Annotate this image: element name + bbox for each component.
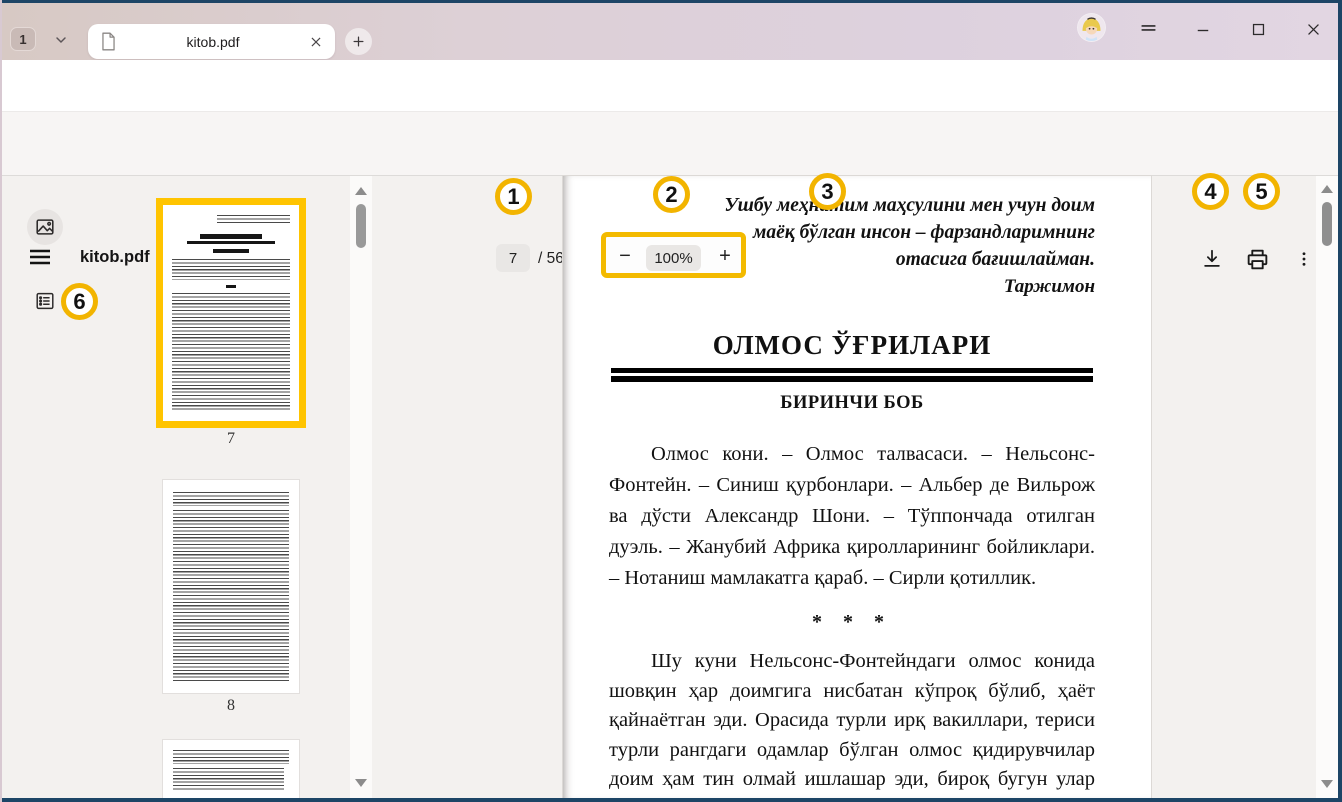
new-tab-button[interactable]: [345, 28, 372, 55]
main-scrollbar-thumb[interactable]: [1322, 202, 1332, 246]
maximize-icon: [1250, 21, 1267, 38]
window-frame-top: [0, 0, 1342, 3]
outline-view-button[interactable]: [27, 283, 63, 319]
zoom-out-button[interactable]: −: [612, 243, 638, 269]
thumbnail-page-9[interactable]: [163, 740, 299, 798]
pdf-file-icon: [100, 32, 117, 51]
pdf-download-icon: [1201, 247, 1223, 271]
chevron-down-icon: [53, 32, 69, 48]
outline-list-icon: [34, 290, 56, 312]
callout-6-outline: 6: [61, 283, 98, 320]
page-number-input[interactable]: 7: [496, 244, 530, 272]
title-rule: [611, 368, 1093, 382]
window-frame-bottom: [0, 798, 1342, 802]
callout-3-view-tools: 3: [809, 173, 846, 210]
callout-1-page-number: 1: [495, 178, 532, 215]
maximize-button[interactable]: [1246, 17, 1270, 41]
thumbnail-scrollbar-thumb[interactable]: [356, 204, 366, 248]
pdf-printer-icon: [1245, 247, 1270, 272]
hamburger-menu-icon: [1139, 20, 1158, 39]
thumbnail-scrollbar-up-arrow[interactable]: [355, 187, 367, 195]
pdf-kebab-icon: [1295, 248, 1313, 270]
tab-title: kitob.pdf: [117, 34, 309, 50]
body-paragraph-1: Шу куни Нельсонс-Фонтейндаги олмос конид…: [609, 647, 1095, 799]
zoom-in-button[interactable]: +: [712, 243, 738, 269]
callout-2-zoom-controls: 2: [653, 176, 690, 213]
plus-icon: [351, 34, 366, 49]
thumbnail-page-7-selected[interactable]: [156, 198, 306, 428]
close-icon: [1305, 21, 1322, 38]
pdf-sidebar-toggle-button[interactable]: [28, 247, 52, 267]
minimize-button[interactable]: [1191, 17, 1215, 41]
section-separator: * * *: [609, 611, 1095, 634]
browser-window: 1 kitob.pdf: [0, 0, 1342, 802]
main-scrollbar-track[interactable]: [1316, 176, 1338, 798]
thumbnail-page-8[interactable]: [163, 480, 299, 693]
window-frame-left: [0, 0, 2, 802]
close-window-button[interactable]: [1301, 17, 1325, 41]
callout-5-print: 5: [1243, 173, 1280, 210]
book-title: ОЛМОС ЎҒРИЛАРИ: [609, 330, 1095, 361]
titlebar: 1 kitob.pdf: [0, 3, 1342, 60]
pdf-print-button[interactable]: [1243, 245, 1271, 273]
pdf-toolbar: kitob.pdf 7 / 568 − 100% +: [0, 112, 1342, 176]
pdf-hamburger-icon: [28, 247, 52, 267]
dedication-signature: Таржимон: [609, 276, 1095, 298]
window-frame-right: [1338, 0, 1342, 802]
zoom-level-value[interactable]: 100%: [646, 245, 701, 271]
pdf-download-button[interactable]: [1198, 245, 1226, 273]
tab-group-chevron-button[interactable]: [48, 28, 74, 52]
thumbnail-label-8: 8: [156, 697, 306, 715]
thumbnail-label-7: 7: [156, 430, 306, 448]
address-bar-row: Я file:///C:/1/kitob.pdf Chop etish: [0, 60, 1342, 112]
pdf-more-options-button[interactable]: [1290, 245, 1318, 273]
chapter-heading: БИРИНЧИ БОБ: [609, 393, 1095, 414]
image-thumbnails-icon: [34, 216, 56, 238]
tab-close-button[interactable]: [309, 35, 323, 49]
thumbnail-page-7-preview: [163, 205, 299, 421]
thumbnail-scrollbar-down-arrow[interactable]: [355, 779, 367, 787]
browser-tab[interactable]: kitob.pdf: [88, 24, 335, 59]
minimize-icon: [1194, 20, 1212, 38]
thumbnail-scrollbar-track[interactable]: [350, 176, 372, 798]
pdf-document-title: kitob.pdf: [80, 248, 150, 267]
browser-menu-button[interactable]: [1136, 17, 1160, 41]
main-scrollbar-down-arrow[interactable]: [1321, 780, 1333, 788]
tab-group-badge[interactable]: 1: [10, 27, 36, 51]
profile-avatar[interactable]: [1078, 14, 1105, 41]
main-scrollbar-up-arrow[interactable]: [1321, 185, 1333, 193]
thumbnails-view-button[interactable]: [27, 209, 63, 245]
callout-4-download: 4: [1192, 173, 1229, 210]
chapter-synopsis: Олмос кони. – Олмос талвасаси. – Нельсон…: [609, 439, 1095, 594]
